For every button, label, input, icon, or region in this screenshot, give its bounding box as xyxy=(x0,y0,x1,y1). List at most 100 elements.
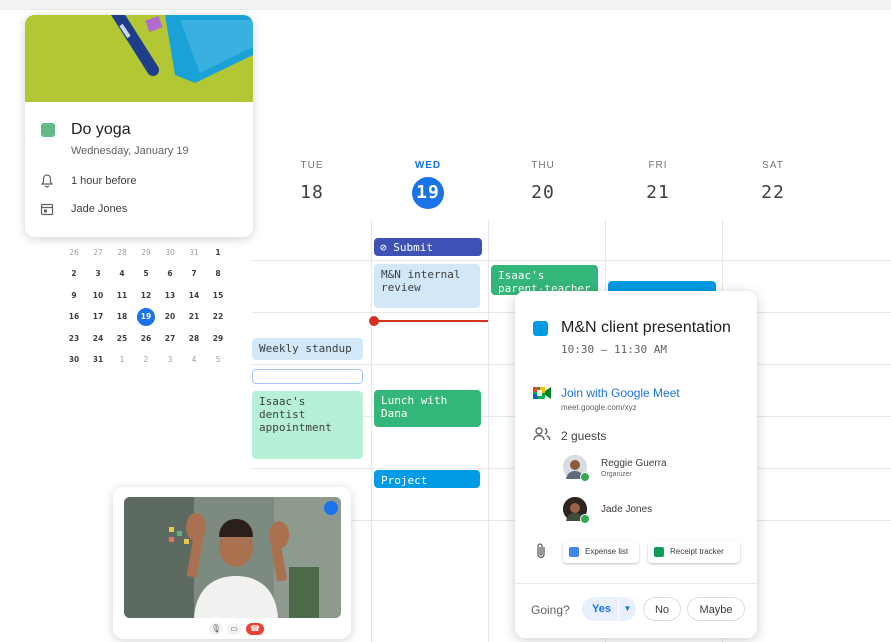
camera-icon[interactable]: ▭ xyxy=(227,623,241,635)
mini-calendar-day-label: 3 xyxy=(167,355,173,365)
day-number[interactable]: 22 xyxy=(757,177,789,209)
mini-calendar-day[interactable]: 13 xyxy=(158,287,182,305)
mini-calendar-day[interactable]: 29 xyxy=(134,244,158,262)
mini-calendar-day-label: 14 xyxy=(188,290,200,300)
mini-calendar-day[interactable]: 30 xyxy=(158,244,182,262)
mini-calendar-day[interactable]: 25 xyxy=(110,330,134,348)
mini-calendar-day[interactable]: 24 xyxy=(86,330,110,348)
event-placeholder[interactable] xyxy=(252,369,363,384)
mini-calendar-day[interactable]: 3 xyxy=(158,351,182,369)
video-call-tile[interactable]: 🎙 ▭ ☎ xyxy=(113,487,351,639)
mini-calendar-day[interactable]: 7 xyxy=(182,265,206,283)
day-header-thu[interactable]: THU 20 xyxy=(485,160,601,209)
day-header-fri[interactable]: FRI 21 xyxy=(600,160,716,209)
day-header-sat[interactable]: SAT 22 xyxy=(715,160,831,209)
bell-icon xyxy=(40,174,54,188)
divider xyxy=(515,583,757,584)
mini-calendar-day[interactable]: 26 xyxy=(134,330,158,348)
mini-calendar-day[interactable]: 17 xyxy=(86,308,110,326)
mini-calendar-day-label: 22 xyxy=(212,312,224,322)
grid-divider xyxy=(252,260,891,261)
avatar[interactable] xyxy=(563,497,590,524)
rsvp-yes-button[interactable]: Yes ▼ xyxy=(582,597,636,621)
mini-calendar-day[interactable]: 22 xyxy=(206,308,230,326)
avatar[interactable] xyxy=(563,455,590,482)
attachment-expense-list[interactable]: Expense list xyxy=(563,541,639,563)
mini-calendar-day[interactable]: 31 xyxy=(182,244,206,262)
mini-calendar-week: 23 24 25 26 27 28 29 xyxy=(62,328,230,350)
mini-calendar-day[interactable]: 26 xyxy=(62,244,86,262)
event-date: Wednesday, January 19 xyxy=(71,145,189,157)
guest-name: Reggie Guerra xyxy=(601,458,667,469)
event-project-check-in[interactable]: Project check-in xyxy=(374,470,480,488)
mini-calendar-day[interactable]: 4 xyxy=(110,265,134,283)
mini-calendar-day[interactable]: 23 xyxy=(62,330,86,348)
mini-calendar-day[interactable]: 5 xyxy=(206,351,230,369)
event-isaac-dentist[interactable]: Isaac's dentist appointment xyxy=(252,391,363,459)
mini-calendar-day[interactable]: 14 xyxy=(182,287,206,305)
mini-calendar-week: 2 3 4 5 6 7 8 xyxy=(62,264,230,286)
day-header-wed[interactable]: WED 19 xyxy=(370,160,486,209)
mini-calendar-day-label: 11 xyxy=(116,290,128,300)
mini-calendar-day[interactable]: 10 xyxy=(86,287,110,305)
mini-calendar-day[interactable]: 21 xyxy=(182,308,206,326)
mini-calendar-day[interactable]: 2 xyxy=(134,351,158,369)
microphone-icon[interactable]: 🎙 xyxy=(209,623,223,635)
rsvp-no-button[interactable]: No xyxy=(643,597,681,621)
mini-calendar-day[interactable]: 28 xyxy=(110,244,134,262)
guests-count: 2 guests xyxy=(561,429,607,443)
mini-calendar-day[interactable]: 4 xyxy=(182,351,206,369)
accepted-check-icon xyxy=(580,472,590,482)
mini-calendar-day[interactable]: 3 xyxy=(86,265,110,283)
mini-calendar-day[interactable]: 29 xyxy=(206,330,230,348)
attachment-receipt-tracker[interactable]: Receipt tracker xyxy=(648,541,740,563)
rsvp-maybe-button[interactable]: Maybe xyxy=(687,597,745,621)
mini-calendar-day[interactable]: 16 xyxy=(62,308,86,326)
meet-url[interactable]: meet.google.com/xyz xyxy=(561,403,637,412)
mini-calendar-day[interactable]: 6 xyxy=(158,265,182,283)
event-lunch-with-dana[interactable]: Lunch with Dana xyxy=(374,390,481,427)
event-time: 10:30 – 11:30 AM xyxy=(561,343,667,356)
mini-calendar-day-label: 7 xyxy=(191,269,197,279)
mini-calendar-day[interactable]: 9 xyxy=(62,287,86,305)
mini-calendar-day[interactable]: 8 xyxy=(206,265,230,283)
yoga-event-card[interactable]: Do yoga Wednesday, January 19 1 hour bef… xyxy=(25,15,253,237)
mini-calendar-day[interactable]: 20 xyxy=(158,308,182,326)
event-title: M&N client presentation xyxy=(561,319,731,336)
day-number[interactable]: 21 xyxy=(642,177,674,209)
mini-calendar-day[interactable]: 1 xyxy=(206,244,230,262)
join-meet-link[interactable]: Join with Google Meet xyxy=(561,386,680,400)
day-header-tue[interactable]: TUE 18 xyxy=(254,160,370,209)
mini-calendar-day-label: 12 xyxy=(140,290,152,300)
mini-calendar-day[interactable]: 31 xyxy=(86,351,110,369)
event-mn-internal-review[interactable]: M&N internal review xyxy=(374,264,480,308)
mini-calendar-day[interactable]: 27 xyxy=(86,244,110,262)
mini-calendar-day[interactable]: 19 xyxy=(134,308,158,327)
mini-calendar-week: 26 27 28 29 30 31 1 xyxy=(62,242,230,264)
mini-calendar-day[interactable]: 15 xyxy=(206,287,230,305)
chevron-down-icon[interactable]: ▼ xyxy=(618,597,636,621)
mini-calendar-day[interactable]: 1 xyxy=(110,351,134,369)
day-number-today[interactable]: 19 xyxy=(412,177,444,209)
mini-calendar-day[interactable]: 18 xyxy=(110,308,134,326)
current-time-line xyxy=(374,320,488,322)
event-submit-reimbursement[interactable]: ⊘ Submit reimburser xyxy=(374,238,482,256)
mini-calendar-day[interactable]: 5 xyxy=(134,265,158,283)
mini-calendar-day[interactable]: 30 xyxy=(62,351,86,369)
accepted-check-icon xyxy=(580,514,590,524)
mini-calendar[interactable]: 26 27 28 29 30 31 1 2 3 4 5 6 7 8 9 10 11 12 13 14 15 16 17 18 1… xyxy=(62,242,230,371)
end-call-icon[interactable]: ☎ xyxy=(246,623,264,635)
event-title: Isaac's dentist appointment xyxy=(259,395,332,434)
day-number[interactable]: 18 xyxy=(296,177,328,209)
event-weekly-standup[interactable]: Weekly standup xyxy=(252,338,363,360)
mini-calendar-day-label: 27 xyxy=(164,333,176,343)
mini-calendar-day[interactable]: 2 xyxy=(62,265,86,283)
event-detail-card[interactable]: M&N client presentation 10:30 – 11:30 AM… xyxy=(515,291,757,638)
mini-calendar-day[interactable]: 12 xyxy=(134,287,158,305)
day-number[interactable]: 20 xyxy=(527,177,559,209)
mini-calendar-day-label: 15 xyxy=(212,290,224,300)
guest-role: Organizer xyxy=(601,471,632,478)
mini-calendar-day[interactable]: 27 xyxy=(158,330,182,348)
mini-calendar-day[interactable]: 11 xyxy=(110,287,134,305)
mini-calendar-day[interactable]: 28 xyxy=(182,330,206,348)
